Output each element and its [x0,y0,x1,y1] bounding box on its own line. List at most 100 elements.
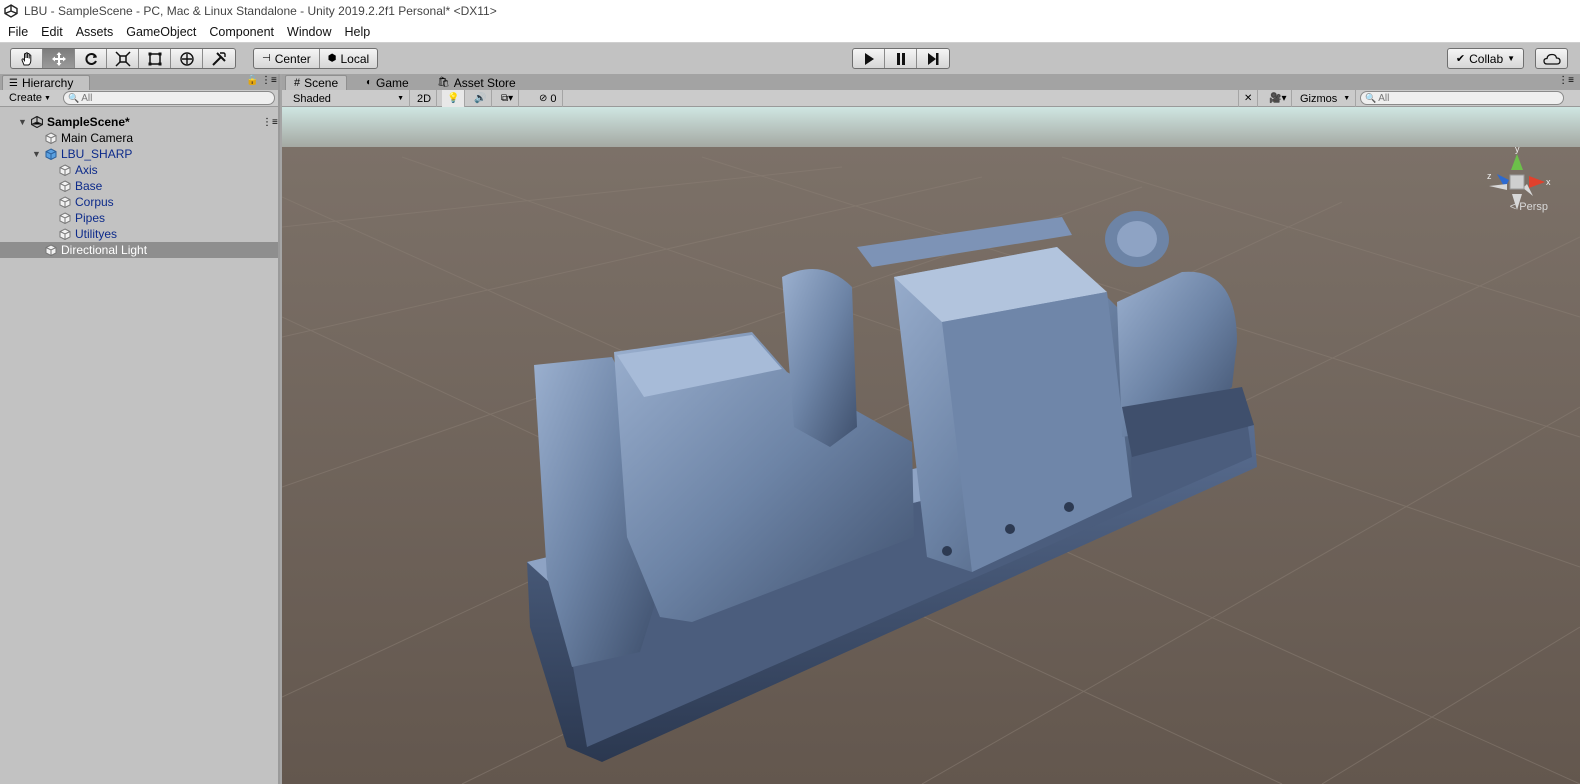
menu-edit[interactable]: Edit [41,25,63,39]
scene-search-input[interactable]: 🔍 All [1360,91,1564,105]
pivot-center-label: Center [274,51,311,66]
hierarchy-item-pipes[interactable]: Pipes [0,210,278,226]
shading-dropdown[interactable]: Shaded ▼ [288,90,410,107]
asset-store-icon: 🛍 [437,77,450,88]
pause-button[interactable] [885,49,917,68]
hidden-objects-toggle[interactable]: ⊘ 0 [534,90,563,107]
scene-search-placeholder: All [1378,92,1390,104]
step-button[interactable] [917,49,949,68]
item-label: Axis [75,163,98,177]
scene-panel: # Scene ◐ Game 🛍 Asset Store ⋮≡ Shaded ▼… [282,74,1580,784]
play-button[interactable] [853,49,885,68]
transform-tool-button[interactable] [171,49,203,68]
panel-menu-icon[interactable]: ⋮≡ [261,75,277,86]
tab-scene[interactable]: # Scene [285,75,348,90]
lightbulb-icon: 💡 [447,93,460,104]
speaker-icon: 🔊 [474,93,487,104]
menu-gameobject[interactable]: GameObject [126,25,196,39]
gameobject-cube-icon [45,132,57,144]
item-label: Base [75,179,103,193]
scene-menu-icon[interactable]: ⋮≡ [262,117,278,128]
hierarchy-item-corpus[interactable]: Corpus [0,194,278,210]
hierarchy-subbar: Create ▼ 🔍 All [0,90,278,107]
scene-toolbar: Shaded ▼ 2D 💡 🔊 ⧉▾ ⊘ 0 ✕ 🎥▾ Gizmos ▼ 🔍 A… [282,90,1580,107]
create-dropdown[interactable]: Create ▼ [5,91,55,105]
hierarchy-search-input[interactable]: 🔍 All [63,91,275,105]
effects-dropdown[interactable]: ⧉▾ [496,90,520,107]
rect-tool-button[interactable] [139,49,171,68]
tab-game[interactable]: ◐ Game [366,75,409,90]
cloud-icon [1542,53,1561,65]
menu-bar: File Edit Assets GameObject Component Wi… [0,22,1580,43]
camera-settings-dropdown[interactable]: 🎥▾ [1264,90,1293,107]
play-icon [864,52,874,65]
menu-help[interactable]: Help [344,25,370,39]
tab-asset-store-label: Asset Store [453,75,516,90]
scene-viewport[interactable]: z x y < Persp [282,107,1580,784]
pivot-center-button[interactable]: ⊣ Center [254,49,320,68]
rotate-icon [85,52,97,65]
custom-tool-button[interactable] [203,49,235,68]
transform-tools [10,48,236,69]
chevron-down-icon: ▼ [44,94,51,102]
scale-tool-button[interactable] [107,49,139,68]
tab-hierarchy[interactable]: ☰ Hierarchy [2,75,90,90]
move-tool-button[interactable] [43,49,75,68]
hierarchy-item-main-camera[interactable]: Main Camera [0,130,278,146]
expand-arrow-icon[interactable]: ▼ [18,117,27,127]
menu-file[interactable]: File [8,25,28,39]
rotate-tool-button[interactable] [75,49,107,68]
search-icon: 🔍 [1365,92,1377,103]
lock-icon[interactable]: 🔒 [246,75,258,86]
persp-arrow-icon: < [1509,201,1517,213]
audio-toggle[interactable]: 🔊 [469,90,493,107]
gizmos-dropdown[interactable]: Gizmos ▼ [1295,90,1357,107]
svg-text:z: z [1487,171,1492,181]
custom-tools-icon [212,51,226,66]
transform-icon [179,51,194,66]
menu-window[interactable]: Window [287,25,331,39]
playback-controls [852,48,950,69]
list-icon: ☰ [9,77,18,89]
scene-row[interactable]: ▼ SampleScene* ⋮≡ [0,114,278,130]
toggle-2d-button[interactable]: 2D [412,90,438,107]
hierarchy-item-lbu-sharp[interactable]: ▼ LBU_SHARP [0,146,278,162]
item-label: LBU_SHARP [61,147,133,161]
scene-render[interactable]: z x y [282,107,1580,784]
item-label: Pipes [75,211,106,225]
hierarchy-item-base[interactable]: Base [0,178,278,194]
scene-tabbar: # Scene ◐ Game 🛍 Asset Store ⋮≡ [282,74,1580,90]
hierarchy-item-utilityes[interactable]: Utilityes [0,226,278,242]
hierarchy-item-directional-light[interactable]: Directional Light [0,242,278,258]
unity-scene-icon [31,116,43,128]
cloud-button[interactable] [1535,48,1568,69]
menu-assets[interactable]: Assets [76,25,114,39]
menu-component[interactable]: Component [209,25,274,39]
scene-name: SampleScene* [47,115,130,129]
hierarchy-item-axis[interactable]: Axis [0,162,278,178]
effects-icon: ⧉▾ [501,93,514,104]
camera-icon: 🎥▾ [1269,93,1287,104]
panel-menu-icon[interactable]: ⋮≡ [1558,75,1574,86]
title-bar: LBU - SampleScene - PC, Mac & Linux Stan… [0,0,1580,22]
unity-logo-icon [4,4,18,18]
collab-button[interactable]: ✔ Collab ▼ [1447,48,1524,69]
tab-asset-store[interactable]: 🛍 Asset Store [437,75,516,90]
pause-icon [896,52,905,65]
expand-arrow-icon[interactable]: ▼ [32,149,41,159]
item-label: Corpus [75,195,114,209]
lighting-toggle[interactable]: 💡 [442,90,466,107]
projection-label: Persp [1519,201,1548,213]
pivot-local-button[interactable]: ⬢ Local [320,49,377,68]
hierarchy-panel: ☰ Hierarchy 🔒 ⋮≡ Create ▼ 🔍 All ▼ Sample… [0,74,280,784]
rect-icon [148,52,161,65]
collab-label: Collab [1469,51,1504,66]
projection-toggle[interactable]: < Persp [1510,201,1548,213]
gameobject-cube-icon [59,228,71,240]
svg-text:x: x [1546,177,1551,187]
tab-scene-label: Scene [304,76,339,90]
gameobject-cube-icon [45,244,57,256]
shading-label: Shaded [293,92,331,105]
scene-tools-button[interactable]: ✕ [1238,90,1259,107]
hand-tool-button[interactable] [11,49,43,68]
